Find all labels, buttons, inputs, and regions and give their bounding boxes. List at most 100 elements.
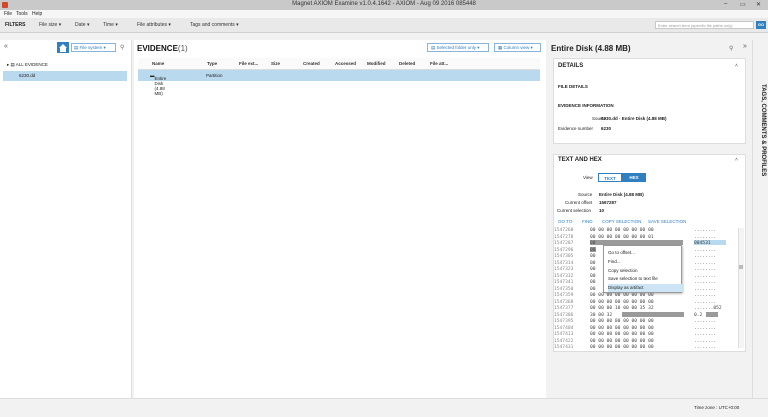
col-size[interactable]: Size: [271, 61, 280, 66]
table-row[interactable]: ▬ Entire Disk (4.88 MB) Partition: [138, 70, 540, 96]
col-accessed[interactable]: Accessed: [335, 61, 356, 66]
col-type[interactable]: Type: [207, 61, 217, 66]
hex-bytes: 00 00 00 00 00 00 00 00: [590, 345, 654, 350]
file-system-label: File system: [79, 45, 103, 50]
status-bar: Time zone : UTC+0:00: [0, 398, 768, 417]
context-menu: Go to offset... Find... Copy selection S…: [603, 245, 684, 293]
grid-header: Name Type File ext... Size Created Acces…: [138, 58, 540, 70]
filter-file-size[interactable]: File size ▾: [39, 22, 61, 28]
text-hex-collapse-icon[interactable]: ˄: [735, 157, 738, 163]
evidence-tree-pane: [0, 40, 132, 398]
hex-offset: 1547341: [554, 280, 574, 285]
window-title: Magnet AXIOM Examine v1.0.4.1642 - AXIOM…: [292, 1, 476, 7]
hex-ascii: ........: [694, 319, 717, 324]
collapse-left-icon[interactable]: «: [4, 43, 8, 50]
hex-ascii: ........: [694, 273, 717, 279]
ctx-save-selection[interactable]: Save selection to text file: [608, 276, 658, 281]
row-type: Partition: [206, 73, 223, 78]
menu-help[interactable]: Help: [32, 11, 42, 17]
column-view-button[interactable]: ▦ Column view ▾: [494, 43, 541, 52]
hex-scroll-thumb[interactable]: [739, 265, 743, 269]
hex-ascii: ........: [694, 299, 717, 305]
tree-root-all-evidence[interactable]: ▸ ▤ ALL EVIDENCE: [7, 62, 48, 68]
home-icon[interactable]: [57, 42, 69, 53]
save-selection-link[interactable]: SAVE SELECTION: [648, 219, 686, 224]
selection-value: 10: [599, 208, 605, 213]
hex-offset: 1547413: [554, 332, 574, 337]
filter-tags-comments-label: Tags and comments: [190, 22, 235, 28]
details-collapse-icon[interactable]: ˄: [735, 63, 738, 69]
goto-link[interactable]: GO TO: [558, 219, 572, 224]
offset-value: 1567287: [599, 200, 617, 205]
hex-bytes: 00 00 00 00 00 00 00 00: [590, 319, 654, 324]
filter-date[interactable]: Date ▾: [75, 22, 89, 28]
ctx-copy-selection[interactable]: Copy selection: [608, 268, 638, 273]
hex-ascii: ........: [694, 234, 717, 240]
ctx-display-as-artifact[interactable]: Display as artifact: [608, 285, 644, 290]
copy-selection-link[interactable]: COPY SELECTION: [602, 219, 641, 224]
evidence-number-label: Evidence number: [558, 126, 594, 131]
filter-tags-comments[interactable]: Tags and comments ▾: [190, 22, 239, 28]
hex-toggle-button[interactable]: HEX: [622, 173, 646, 182]
col-deleted[interactable]: Deleted: [399, 61, 415, 66]
global-search-input[interactable]: Enter search term (specific file paths o…: [655, 21, 754, 29]
col-file-attributes[interactable]: File att...: [430, 61, 448, 66]
details-panel-title: Entire Disk (4.88 MB): [551, 44, 631, 53]
title-bar: Magnet AXIOM Examine v1.0.4.1642 - AXIOM…: [0, 0, 768, 10]
filter-file-attributes-label: File attributes: [137, 22, 168, 28]
hex-ascii: ........: [694, 228, 717, 233]
evidence-number-value: 6230: [601, 126, 612, 131]
hex-bytes: 30 00 32: [590, 312, 613, 318]
col-name[interactable]: Name: [152, 61, 164, 66]
row-name: ▬ Entire Disk (4.88 MB): [150, 73, 167, 96]
collapse-right-icon[interactable]: »: [743, 43, 747, 50]
hex-ascii: ........: [694, 338, 717, 344]
ctx-find[interactable]: Find...: [608, 259, 621, 264]
column-view-label: Column view: [503, 45, 530, 50]
hex-bytes: 00 00 00 00 00 00 00 00: [590, 299, 654, 305]
hex-offset: 1547350: [554, 286, 574, 292]
tags-comments-profiles-tab[interactable]: TAGS, COMMENTS & PROFILES: [752, 40, 768, 398]
hex-row[interactable]: 1547431 00 00 00 00 00 00 00 00........: [554, 345, 744, 352]
text-toggle-button[interactable]: TEXT: [598, 173, 622, 182]
evidence-title-text: EVIDENCE: [137, 44, 178, 53]
filter-time[interactable]: Time ▾: [103, 22, 118, 28]
hex-source-label: Source: [578, 192, 593, 197]
ctx-go-to-offset[interactable]: Go to offset...: [608, 250, 635, 255]
filter-date-label: Date: [75, 22, 86, 28]
find-link[interactable]: FIND: [582, 219, 593, 224]
col-file-ext[interactable]: File ext...: [239, 61, 258, 66]
hex-bytes: 00 00 00 00 00 00 00 00: [590, 293, 654, 298]
tree-search-icon[interactable]: ⚲: [120, 44, 124, 51]
menu-file[interactable]: File: [4, 11, 12, 17]
hex-ascii: ........: [694, 345, 717, 350]
view-label: View: [583, 175, 593, 180]
hex-ascii: ........: [694, 247, 717, 253]
hex-ascii: ........: [694, 286, 717, 292]
hex-bytes: 00 00 00 00 00 00 00 00: [590, 228, 654, 233]
menu-tools[interactable]: Tools: [16, 11, 28, 17]
selected-folder-only-button[interactable]: ▤ Selected folder only ▾: [427, 43, 489, 52]
hex-offset: 1547332: [554, 273, 574, 279]
tree-root-label: ALL EVIDENCE: [15, 62, 48, 67]
file-system-dropdown[interactable]: ▤ File system ▾: [71, 43, 116, 52]
hex-bytes: 00: [590, 241, 596, 246]
maximize-button[interactable]: ▭: [740, 1, 746, 8]
col-created[interactable]: Created: [303, 61, 320, 66]
hex-scrollbar[interactable]: [738, 228, 744, 348]
hex-ascii: ........: [694, 267, 717, 272]
hex-bytes: 00: [590, 267, 596, 272]
details-search-icon[interactable]: ⚲: [729, 45, 733, 52]
go-button[interactable]: GO: [756, 21, 766, 29]
tree-item-6230dd[interactable]: 6230.dd: [3, 71, 127, 81]
hex-bytes: 00: [590, 273, 596, 279]
filter-file-attributes[interactable]: File attributes ▾: [137, 22, 171, 28]
hex-ascii: ........: [694, 260, 717, 266]
hex-offset: 1547395: [554, 319, 574, 324]
text-hex-heading: TEXT AND HEX: [558, 157, 602, 163]
details-card: [553, 58, 746, 144]
tree-item-label: 6230.dd: [19, 73, 36, 78]
close-button[interactable]: ✕: [756, 1, 761, 8]
col-modified[interactable]: Modified: [367, 61, 386, 66]
minimize-button[interactable]: –: [724, 1, 727, 7]
